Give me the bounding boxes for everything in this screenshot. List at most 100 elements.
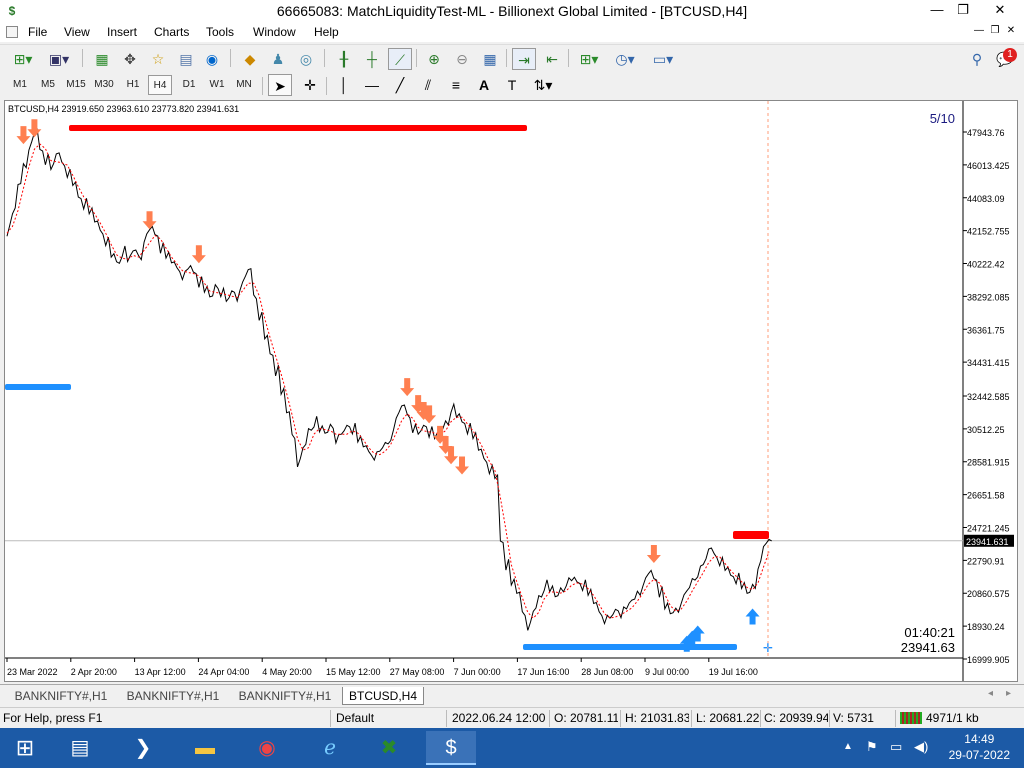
menu-view[interactable]: View [64,24,90,40]
mdi-close-button[interactable]: ✕ [1004,24,1018,38]
sell-arrow-icon [191,245,206,264]
timeframe-d1[interactable]: D1 [177,75,201,95]
crosshair-icon[interactable]: ✛ [298,74,322,96]
menu-file[interactable]: File [28,24,47,40]
data-window-icon[interactable]: ☆ [146,48,170,70]
ie-icon[interactable]: ℯ [305,731,355,765]
title-bar: $ 66665083: MatchLiquidityTest-ML - Bill… [0,0,1024,22]
system-clock[interactable]: 14:49 29-07-2022 [949,731,1010,763]
excel-icon[interactable]: ✖ [364,731,414,765]
new-order-icon[interactable]: ⊞▾ [8,48,38,70]
sell-liquidity-bar [69,125,527,131]
metatrader-icon[interactable]: $ [426,731,476,765]
maximize-button[interactable]: ❐ [951,0,975,20]
profiles-icon[interactable]: ▣▾ [44,48,74,70]
timeframe-h4[interactable]: H4 [148,75,172,95]
sell-arrow-icon [400,378,415,397]
chart-window[interactable]: 47943.76 46013.425 44083.09 42152.755 40222.… [4,100,1018,682]
tab-banknifty-3[interactable]: BANKNIFTY#,H1 [230,687,340,705]
powershell-icon[interactable]: ❯ [118,731,168,765]
search-icon[interactable]: ⚲ [966,48,988,70]
tab-scroll-left-icon[interactable]: ◂ [988,688,993,699]
tab-scroll-right-icon[interactable]: ▸ [1006,688,1011,699]
timeframe-m5[interactable]: M5 [36,75,60,95]
status-low: L: 20681.220 [696,711,759,725]
timeframe-m15[interactable]: M15 [63,75,89,95]
tab-banknifty-2[interactable]: BANKNIFTY#,H1 [118,687,228,705]
equidistant-channel-icon[interactable]: ⫽ [416,74,440,96]
buy-arrow-icon [745,608,760,625]
status-bar: For Help, press F1 Default 2022.06.24 12… [0,707,1024,728]
traffic-kb: 4971/1 kb [926,711,979,725]
candlestick-icon[interactable]: ┼ [360,48,384,70]
bar-chart-icon[interactable]: ╂ [332,48,356,70]
timeframe-m30[interactable]: M30 [91,75,117,95]
tab-btcusd[interactable]: BTCUSD,H4 [342,687,424,705]
autoscroll-icon[interactable]: ⇥ [512,48,536,70]
menu-charts[interactable]: Charts [154,24,189,40]
menu-insert[interactable]: Insert [107,24,137,40]
y-tick-label: 24721.245 [967,523,1010,533]
windows-start-icon[interactable]: ⊞ [0,731,50,765]
signals-icon[interactable]: ◎ [294,48,318,70]
auto-trading-icon[interactable]: ♟ [266,48,290,70]
zoom-in-icon[interactable]: ⊕ [422,48,446,70]
x-tick-label: 19 Jul 16:00 [709,667,758,677]
text-label-icon[interactable]: T [500,74,524,96]
y-tick-label: 30512.25 [967,425,1005,435]
horizontal-line-icon[interactable]: — [360,74,384,96]
volume-icon[interactable]: ◀) [914,739,928,755]
tile-windows-icon[interactable]: ▦ [478,48,502,70]
chart-window-icon[interactable] [6,26,18,38]
tester-icon[interactable]: ◉ [200,48,224,70]
mdi-restore-button[interactable]: ❐ [988,24,1002,38]
menu-tools[interactable]: Tools [206,24,234,40]
terminal-icon[interactable]: ▤ [174,48,198,70]
cursor-icon[interactable]: ➤ [268,74,292,96]
chrome-icon[interactable]: ◉ [242,731,292,765]
x-tick-label: 17 Jun 16:00 [517,667,569,677]
line-chart-icon[interactable]: ⟋ [388,48,412,70]
price-chart[interactable]: 47943.76 46013.425 44083.09 42152.755 40222.… [5,101,1017,681]
timeframe-w1[interactable]: W1 [205,75,229,95]
y-tick-label: 22790.91 [967,556,1005,566]
y-tick-label: 32442.585 [967,392,1010,402]
network-warning-icon[interactable]: ⚑ [866,739,878,755]
buy-liquidity-bar-bottom [523,644,737,650]
y-tick-label: 36361.75 [967,325,1005,335]
navigator-icon[interactable]: ✥ [118,48,142,70]
target-marker: ✛ [763,641,773,655]
trendline-icon[interactable]: ╱ [388,74,412,96]
metaeditor-icon[interactable]: ◆ [238,48,262,70]
arrows-icon[interactable]: ⇅▾ [528,74,558,96]
timeframe-h1[interactable]: H1 [121,75,145,95]
menu-help[interactable]: Help [314,24,339,40]
mdi-minimize-button[interactable]: — [972,24,986,38]
fibonacci-icon[interactable]: ≡ [444,74,468,96]
close-button[interactable]: ✕ [985,0,1015,20]
clock-time: 14:49 [964,732,995,746]
status-volume: V: 5731 [833,711,874,725]
x-tick-label: 27 May 08:00 [390,667,445,677]
standard-toolbar: ⊞▾ ▣▾ ▦ ✥ ☆ ▤ ◉ ◆ ♟ ◎ ╂ ┼ ⟋ ⊕ ⊖ ▦ ⇥ ⇤ ⊞▾… [0,44,1024,72]
templates-icon[interactable]: ▭▾ [648,48,678,70]
file-explorer-icon[interactable]: ▬ [180,731,230,765]
y-tick-label: 18930.24 [967,622,1005,632]
server-manager-icon[interactable]: ▤ [55,731,105,765]
tab-banknifty-1[interactable]: BANKNIFTY#,H1 [6,687,116,705]
vertical-line-icon[interactable]: │ [332,74,356,96]
chart-shift-icon[interactable]: ⇤ [540,48,564,70]
zoom-out-icon[interactable]: ⊖ [450,48,474,70]
minimize-button[interactable]: — [925,0,949,20]
text-tool-icon[interactable]: A [472,74,496,96]
periods-icon[interactable]: ◷▾ [610,48,640,70]
timeframe-m1[interactable]: M1 [8,75,32,95]
timeframe-mn[interactable]: MN [232,75,256,95]
display-icon[interactable]: ▭ [890,739,902,755]
sell-arrow-icon [27,119,42,138]
market-watch-icon[interactable]: ▦ [90,48,114,70]
indicators-icon[interactable]: ⊞▾ [574,48,604,70]
y-tick-label: 46013.425 [967,161,1010,171]
menu-window[interactable]: Window [253,24,296,40]
show-hidden-icons[interactable]: ▲ [843,741,853,752]
